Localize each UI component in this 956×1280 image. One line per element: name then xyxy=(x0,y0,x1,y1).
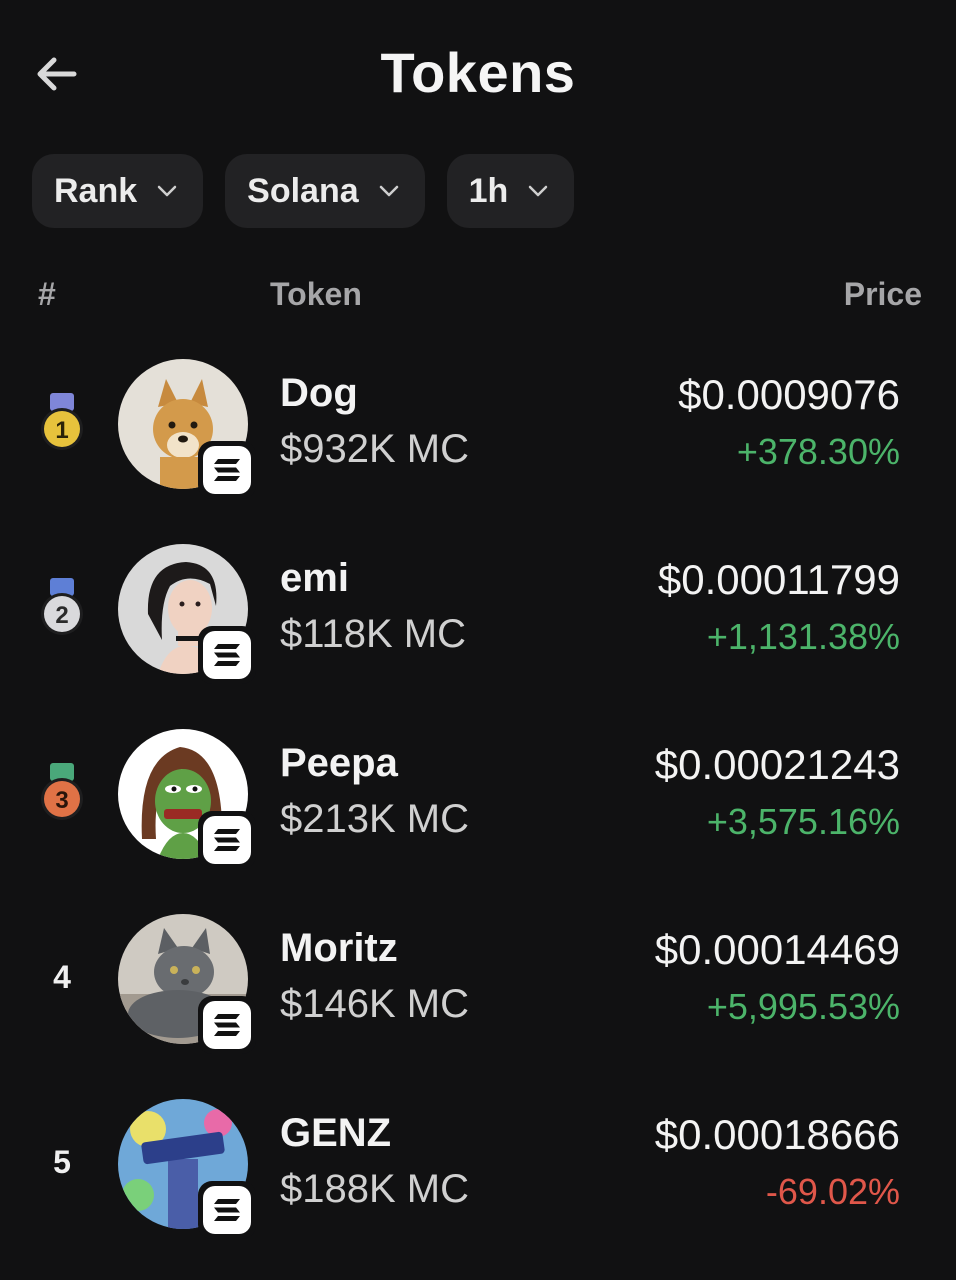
rank-medal-gold: 1 xyxy=(30,387,94,457)
token-change: +5,995.53% xyxy=(706,986,900,1027)
column-header-token: Token xyxy=(270,276,362,312)
token-change: +378.30% xyxy=(736,431,900,472)
token-change: +3,575.16% xyxy=(706,801,900,842)
chevron-down-icon xyxy=(379,185,399,197)
token-row[interactable]: 5 GENZ $188K MC $0.00018666 -69.02% xyxy=(0,1095,956,1280)
svg-text:3: 3 xyxy=(55,787,68,814)
chevron-down-icon xyxy=(528,185,548,197)
token-name: GENZ xyxy=(280,1111,392,1155)
token-market-cap: $213K MC xyxy=(280,797,469,841)
rank-number: 5 xyxy=(53,1143,71,1180)
token-price: $0.00021243 xyxy=(654,741,900,788)
column-header-rank: # xyxy=(38,276,56,312)
token-market-cap: $146K MC xyxy=(280,982,469,1026)
token-name: emi xyxy=(280,556,349,600)
rank-number: 4 xyxy=(53,958,71,995)
token-row[interactable]: 4 Moritz $146K MC $0.00014469 +5,995.53% xyxy=(0,910,956,1095)
header: Tokens xyxy=(0,0,956,150)
token-name: Moritz xyxy=(280,926,398,970)
chevron-down-icon xyxy=(157,185,177,197)
page-title: Tokens xyxy=(380,41,576,104)
token-change: -69.02% xyxy=(765,1171,900,1212)
timeframe-filter-dropdown[interactable]: 1h xyxy=(446,154,575,228)
token-list: 1 Dog $932K MC $0.0009076 +378.30% 2 emi… xyxy=(0,355,956,1280)
token-change: +1,131.38% xyxy=(706,616,900,657)
svg-text:1: 1 xyxy=(55,417,68,444)
rank-filter-dropdown[interactable]: Rank xyxy=(32,154,204,228)
filter-label: Rank xyxy=(54,171,138,210)
solana-icon xyxy=(198,626,256,684)
filter-label: 1h xyxy=(468,171,509,210)
solana-icon xyxy=(198,996,256,1054)
rank-medal-silver: 2 xyxy=(30,572,94,642)
filter-bar: Rank Solana 1h xyxy=(32,154,575,228)
token-name: Dog xyxy=(280,371,358,415)
token-price: $0.00014469 xyxy=(654,926,900,973)
filter-label: Solana xyxy=(247,171,359,210)
token-price: $0.00018666 xyxy=(654,1111,900,1158)
token-price: $0.0009076 xyxy=(678,371,900,418)
token-row[interactable]: 1 Dog $932K MC $0.0009076 +378.30% xyxy=(0,355,956,540)
svg-text:2: 2 xyxy=(55,602,68,629)
token-market-cap: $932K MC xyxy=(280,427,469,471)
token-market-cap: $188K MC xyxy=(280,1167,469,1211)
token-row[interactable]: 2 emi $118K MC $0.00011799 +1,131.38% xyxy=(0,540,956,725)
chain-filter-dropdown[interactable]: Solana xyxy=(225,154,425,228)
token-price: $0.00011799 xyxy=(657,556,900,603)
solana-icon xyxy=(198,1181,256,1239)
token-market-cap: $118K MC xyxy=(280,612,467,656)
rank-medal-bronze: 3 xyxy=(30,757,94,827)
token-name: Peepa xyxy=(280,741,398,785)
token-row[interactable]: 3 Peepa $213K MC $0.00021243 +3,575.16% xyxy=(0,725,956,910)
column-header-price: Price xyxy=(843,276,922,312)
solana-icon xyxy=(198,441,256,499)
solana-icon xyxy=(198,811,256,869)
